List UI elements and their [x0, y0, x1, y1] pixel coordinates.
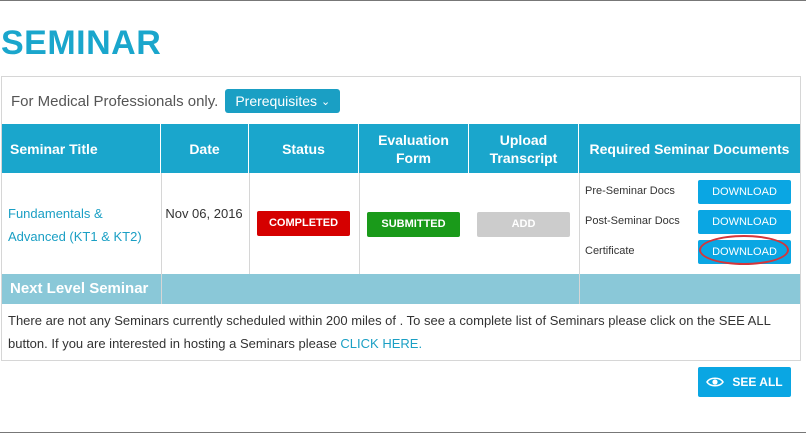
header-upload-transcript: Upload Transcript — [469, 124, 579, 173]
header-date: Date — [161, 124, 249, 173]
header-evaluation-form: Evaluation Form — [359, 124, 469, 173]
column-divider — [359, 173, 360, 274]
upload-add-button[interactable]: ADD — [477, 212, 570, 237]
doc-label-post-seminar: Post-Seminar Docs — [585, 215, 680, 227]
next-level-message: There are not any Seminars currently sch… — [8, 309, 798, 355]
next-level-label: Next Level Seminar — [10, 280, 149, 297]
doc-label-certificate: Certificate — [585, 245, 635, 257]
see-all-button[interactable]: SEE ALL — [698, 367, 791, 397]
next-level-bar: Next Level Seminar — [2, 274, 800, 304]
intro-text: For Medical Professionals only. — [11, 92, 219, 110]
intro-row: For Medical Professionals only. Prerequi… — [11, 87, 341, 115]
header-required-documents: Required Seminar Documents — [589, 140, 790, 157]
seminar-title-link[interactable]: Fundamentals & Advanced (KT1 & KT2) — [8, 202, 148, 248]
download-post-seminar-button[interactable]: DOWNLOAD — [698, 210, 791, 234]
header-seminar-title: Seminar Title — [2, 124, 161, 173]
top-divider — [0, 0, 806, 1]
chevron-down-icon: ⌄ — [321, 95, 331, 108]
prerequisites-label: Prerequisites — [235, 93, 318, 109]
header-status: Status — [249, 124, 359, 173]
table-header: Seminar Title Date Status Evaluation For… — [2, 124, 800, 173]
see-all-label: SEE ALL — [732, 375, 783, 389]
column-divider — [579, 274, 580, 304]
status-badge: COMPLETED — [257, 211, 350, 236]
highlight-circle — [699, 235, 789, 265]
doc-label-pre-seminar: Pre-Seminar Docs — [585, 185, 675, 197]
prerequisites-dropdown[interactable]: Prerequisites ⌄ — [225, 89, 341, 113]
click-here-link[interactable]: CLICK HERE. — [340, 336, 422, 351]
evaluation-badge: SUBMITTED — [367, 212, 460, 237]
download-pre-seminar-button[interactable]: DOWNLOAD — [698, 180, 791, 204]
seminar-date: Nov 06, 2016 — [165, 206, 243, 221]
bottom-divider — [0, 432, 806, 433]
page-title: SEMINAR — [1, 24, 162, 62]
column-divider — [161, 274, 162, 304]
column-divider — [249, 173, 250, 274]
eye-icon — [706, 377, 725, 387]
